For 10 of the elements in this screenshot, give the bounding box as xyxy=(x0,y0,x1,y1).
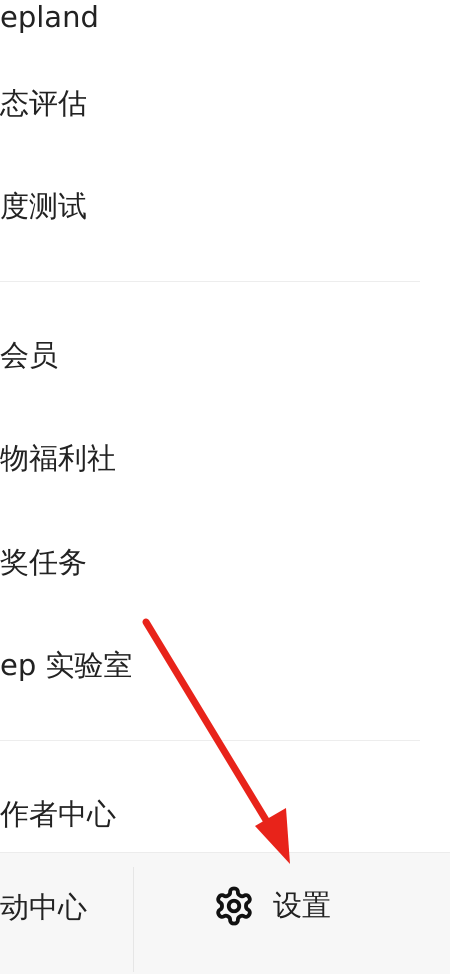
menu-item[interactable]: epland xyxy=(0,0,99,34)
menu-item[interactable]: 作者中心 xyxy=(0,794,116,835)
menu-item[interactable]: 态评估 xyxy=(0,84,87,124)
menu-item[interactable]: 度测试 xyxy=(0,187,87,228)
menu-item[interactable]: 会员 xyxy=(0,336,58,376)
menu-item[interactable]: 奖任务 xyxy=(0,542,87,583)
footer-link[interactable]: 动中心 xyxy=(0,888,87,928)
settings-label[interactable]: 设置 xyxy=(273,886,331,926)
menu-item[interactable]: ep 实验室 xyxy=(0,646,132,686)
menu-item[interactable]: 物福利社 xyxy=(0,439,116,480)
